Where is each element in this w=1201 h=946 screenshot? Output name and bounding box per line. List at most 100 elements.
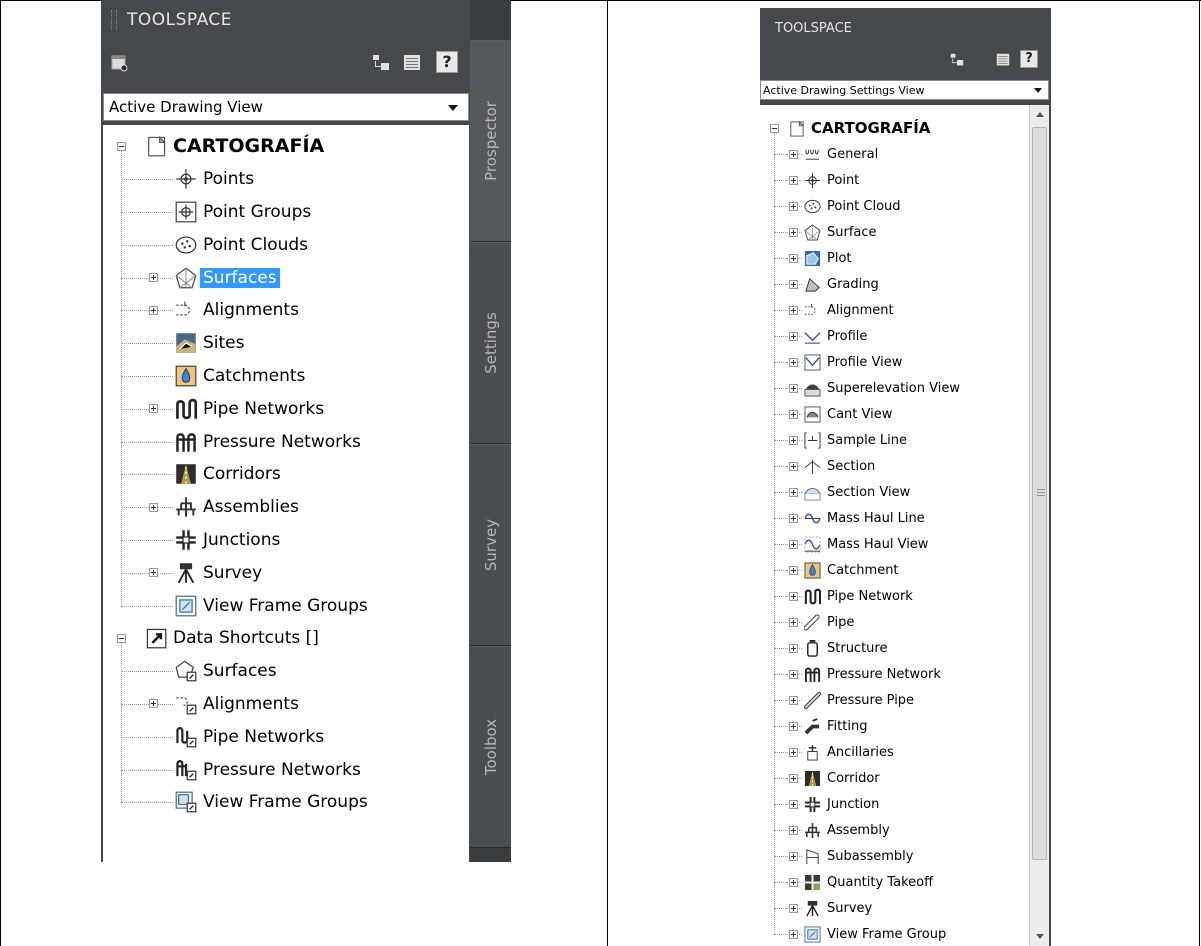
collapse-icon[interactable] <box>117 633 126 643</box>
expand-icon[interactable] <box>789 539 798 549</box>
expand-icon[interactable] <box>789 903 798 913</box>
tree-item[interactable]: Survey <box>760 895 1029 921</box>
tree-item[interactable]: Fitting <box>760 713 1029 739</box>
tree-item[interactable]: View Frame Groups <box>103 589 469 622</box>
left-item-view-icon[interactable] <box>111 54 128 72</box>
tree-item[interactable]: Structure <box>760 635 1029 661</box>
expand-icon[interactable] <box>789 877 798 887</box>
expand-icon[interactable] <box>789 409 798 419</box>
scrollbar-thumb[interactable] <box>1032 127 1047 860</box>
expand-icon[interactable] <box>149 699 158 709</box>
tree-item[interactable]: Point Clouds <box>103 228 469 261</box>
expand-icon[interactable] <box>789 331 798 341</box>
tree-item[interactable]: Surfaces <box>103 655 469 688</box>
tree-item[interactable]: Ancillaries <box>760 739 1029 765</box>
tree-item[interactable]: Catchments <box>103 360 469 393</box>
tree-item[interactable]: Pipe Networks <box>103 720 469 753</box>
left-grip-handle[interactable] <box>111 10 117 30</box>
expand-icon[interactable] <box>789 513 798 523</box>
expand-icon[interactable] <box>789 357 798 367</box>
tree-item[interactable]: Profile View <box>760 349 1029 375</box>
tree-item[interactable]: Assemblies <box>103 491 469 524</box>
expand-icon[interactable] <box>789 643 798 653</box>
expand-icon[interactable] <box>789 773 798 783</box>
expand-icon[interactable] <box>789 695 798 705</box>
expand-icon[interactable] <box>789 305 798 315</box>
expand-icon[interactable] <box>789 149 798 159</box>
tree-item[interactable]: Catchment <box>760 557 1029 583</box>
expand-icon[interactable] <box>789 799 798 809</box>
left-tree-view-icon[interactable] <box>372 54 389 70</box>
left-help-button[interactable]: ? <box>436 51 458 73</box>
tree-item[interactable]: Alignment <box>760 297 1029 323</box>
tree-item[interactable]: Pipe <box>760 609 1029 635</box>
right-tree-scrollbar[interactable] <box>1029 105 1049 946</box>
expand-icon[interactable] <box>789 929 798 939</box>
expand-icon[interactable] <box>789 487 798 497</box>
tree-item[interactable]: Pressure Pipe <box>760 687 1029 713</box>
tree-item[interactable]: Pressure Networks <box>103 753 469 786</box>
expand-icon[interactable] <box>789 617 798 627</box>
expand-icon[interactable] <box>149 305 158 315</box>
tree-item[interactable]: Section View <box>760 479 1029 505</box>
collapse-icon[interactable] <box>770 123 779 133</box>
tree-item[interactable]: Alignments <box>103 688 469 721</box>
expand-icon[interactable] <box>789 253 798 263</box>
tree-item[interactable]: Junction <box>760 791 1029 817</box>
tree-item[interactable]: Sites <box>103 327 469 360</box>
expand-icon[interactable] <box>789 279 798 289</box>
tree-item[interactable]: Corridors <box>103 458 469 491</box>
tree-item[interactable]: Point <box>760 167 1029 193</box>
tab-settings[interactable]: Settings <box>470 242 511 444</box>
tree-item[interactable]: Subassembly <box>760 843 1029 869</box>
expand-icon[interactable] <box>149 568 158 578</box>
right-view-dropdown[interactable]: Active Drawing Settings View <box>760 80 1049 100</box>
tab-toolbox[interactable]: Toolbox <box>470 646 511 848</box>
tree-item[interactable]: Data Shortcuts [] <box>103 622 469 655</box>
tree-item[interactable]: Pressure Networks <box>103 425 469 458</box>
expand-icon[interactable] <box>149 502 158 512</box>
expand-icon[interactable] <box>789 461 798 471</box>
tree-item[interactable]: Cant View <box>760 401 1029 427</box>
tree-item[interactable]: Junctions <box>103 524 469 557</box>
left-list-view-icon[interactable] <box>403 54 420 70</box>
tree-item[interactable]: Pipe Networks <box>103 392 469 425</box>
expand-icon[interactable] <box>149 273 158 283</box>
tree-item[interactable]: Section <box>760 453 1029 479</box>
tree-item[interactable]: Point Groups <box>103 196 469 229</box>
expand-icon[interactable] <box>789 383 798 393</box>
right-list-view-icon[interactable] <box>996 52 1010 66</box>
expand-icon[interactable] <box>789 591 798 601</box>
tree-item[interactable]: Survey <box>103 556 469 589</box>
expand-icon[interactable] <box>789 227 798 237</box>
expand-icon[interactable] <box>149 404 158 414</box>
tree-item[interactable]: Mass Haul View <box>760 531 1029 557</box>
tree-item[interactable]: Surface <box>760 219 1029 245</box>
expand-icon[interactable] <box>789 565 798 575</box>
expand-icon[interactable] <box>789 721 798 731</box>
tree-item[interactable]: Corridor <box>760 765 1029 791</box>
tree-item[interactable]: CARTOGRAFÍA <box>103 130 469 163</box>
tree-item[interactable]: Alignments <box>103 294 469 327</box>
right-help-button[interactable]: ? <box>1020 50 1038 68</box>
tree-item[interactable]: Grading <box>760 271 1029 297</box>
right-tree-view-icon[interactable] <box>950 52 964 66</box>
tree-item[interactable]: Sample Line <box>760 427 1029 453</box>
tree-item[interactable]: CARTOGRAFÍA <box>760 115 1029 141</box>
tree-item[interactable]: View Frame Group <box>760 921 1029 946</box>
tree-item[interactable]: Superelevation View <box>760 375 1029 401</box>
tree-item[interactable]: General <box>760 141 1029 167</box>
expand-icon[interactable] <box>789 747 798 757</box>
tree-item[interactable]: Profile <box>760 323 1029 349</box>
tree-item[interactable]: View Frame Groups <box>103 786 469 819</box>
scroll-down-arrow-icon[interactable] <box>1030 926 1050 946</box>
collapse-icon[interactable] <box>117 141 126 151</box>
tree-item[interactable]: Mass Haul Line <box>760 505 1029 531</box>
expand-icon[interactable] <box>789 201 798 211</box>
tree-item[interactable]: Plot <box>760 245 1029 271</box>
expand-icon[interactable] <box>789 175 798 185</box>
tree-item[interactable]: Pressure Network <box>760 661 1029 687</box>
expand-icon[interactable] <box>789 669 798 679</box>
tab-prospector[interactable]: Prospector <box>470 40 511 242</box>
scroll-up-arrow-icon[interactable] <box>1030 105 1050 125</box>
